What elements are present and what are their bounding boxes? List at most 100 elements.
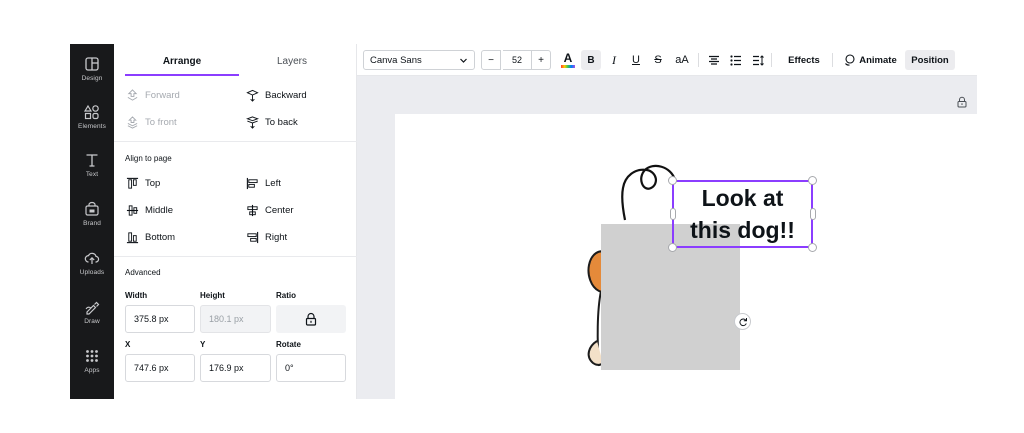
text-toolbar: Canva Sans − 52 + A B I U S aA Effects A… bbox=[357, 44, 977, 76]
backward-label: Backward bbox=[265, 89, 307, 101]
underline-button[interactable]: U bbox=[627, 50, 645, 70]
font-family-select[interactable]: Canva Sans bbox=[363, 50, 475, 70]
text-line-1: Look at bbox=[701, 185, 784, 211]
resize-handle-bottom-right[interactable] bbox=[808, 243, 817, 252]
font-size-decrease[interactable]: − bbox=[481, 50, 501, 70]
bullet-list-icon bbox=[730, 54, 741, 66]
divider bbox=[114, 256, 357, 257]
page-lock-icon[interactable] bbox=[956, 96, 968, 108]
height-field[interactable]: 180.1 px bbox=[200, 305, 271, 333]
design-page[interactable]: Look at this dog!! bbox=[395, 114, 977, 399]
width-label: Width bbox=[125, 291, 148, 300]
backward-icon bbox=[245, 88, 259, 102]
draw-icon bbox=[85, 301, 100, 315]
strikethrough-button[interactable]: S bbox=[649, 50, 667, 70]
lock-icon bbox=[305, 312, 317, 326]
apps-icon bbox=[86, 350, 98, 362]
height-label: Height bbox=[200, 291, 225, 300]
elements-icon bbox=[84, 104, 99, 120]
rail-item-elements[interactable]: Elements bbox=[70, 100, 114, 140]
y-field[interactable]: 176.9 px bbox=[200, 354, 271, 382]
spacing-button[interactable] bbox=[749, 50, 767, 70]
divider bbox=[114, 141, 357, 142]
toolbar-separator bbox=[698, 53, 699, 67]
text-icon bbox=[86, 154, 98, 167]
design-icon bbox=[85, 57, 99, 71]
rotate-label: Rotate bbox=[276, 340, 301, 349]
rail-label: Text bbox=[85, 171, 99, 178]
rotate-field[interactable]: 0° bbox=[276, 354, 346, 382]
selected-text-box[interactable]: Look at this dog!! bbox=[672, 180, 813, 248]
ratio-lock-button[interactable] bbox=[276, 305, 346, 333]
resize-handle-top-right[interactable] bbox=[808, 176, 817, 185]
rail-item-apps[interactable]: Apps bbox=[70, 344, 114, 384]
chevron-down-icon bbox=[460, 58, 467, 63]
arrange-panel: Arrange Layers Forward Backward To front… bbox=[114, 44, 357, 399]
side-rail: Design Elements Text Brand Uploads Draw … bbox=[70, 44, 114, 399]
align-middle-button[interactable]: Middle bbox=[125, 202, 173, 218]
brand-icon bbox=[85, 201, 99, 216]
align-center-label: Center bbox=[265, 204, 294, 216]
canvas-workspace: Look at this dog!! bbox=[357, 76, 977, 399]
text-line-2: this dog!! bbox=[690, 217, 795, 243]
align-bottom-button[interactable]: Bottom bbox=[125, 229, 175, 245]
bold-button[interactable]: B bbox=[581, 50, 601, 70]
toolbar-separator bbox=[832, 53, 833, 67]
align-left-button[interactable]: Left bbox=[245, 175, 281, 191]
text-align-button[interactable] bbox=[705, 50, 723, 70]
rotate-handle[interactable] bbox=[734, 313, 751, 330]
align-middle-label: Middle bbox=[145, 204, 173, 216]
align-middle-icon bbox=[125, 203, 139, 217]
rail-item-uploads[interactable]: Uploads bbox=[70, 246, 114, 286]
font-family-value: Canva Sans bbox=[370, 54, 422, 66]
uploads-icon bbox=[84, 252, 100, 264]
align-top-icon bbox=[125, 176, 139, 190]
rail-label: Uploads bbox=[79, 269, 105, 276]
rail-item-text[interactable]: Text bbox=[70, 148, 114, 188]
animate-icon bbox=[845, 54, 855, 66]
list-button[interactable] bbox=[727, 50, 745, 70]
rail-label: Apps bbox=[84, 367, 100, 374]
align-right-button[interactable]: Right bbox=[245, 229, 287, 245]
to-front-label: To front bbox=[145, 116, 177, 128]
text-color-button[interactable]: A bbox=[557, 50, 579, 70]
to-back-button[interactable]: To back bbox=[245, 114, 298, 130]
rail-item-draw[interactable]: Draw bbox=[70, 295, 114, 335]
italic-button[interactable]: I bbox=[605, 50, 623, 70]
align-center-icon bbox=[245, 203, 259, 217]
animate-label: Animate bbox=[859, 54, 897, 66]
forward-label: Forward bbox=[145, 89, 180, 101]
rail-label: Design bbox=[81, 75, 103, 82]
tab-layers[interactable]: Layers bbox=[235, 56, 349, 67]
resize-handle-bottom-left[interactable] bbox=[668, 243, 677, 252]
to-front-button[interactable]: To front bbox=[125, 114, 177, 130]
width-field[interactable]: 375.8 px bbox=[125, 305, 195, 333]
resize-handle-left[interactable] bbox=[670, 208, 676, 220]
rail-label: Draw bbox=[84, 318, 100, 325]
x-field[interactable]: 747.6 px bbox=[125, 354, 195, 382]
tab-arrange[interactable]: Arrange bbox=[125, 56, 239, 67]
to-back-icon bbox=[245, 115, 259, 129]
align-top-button[interactable]: Top bbox=[125, 175, 160, 191]
rail-label: Brand bbox=[83, 220, 101, 227]
to-back-label: To back bbox=[265, 116, 298, 128]
backward-button[interactable]: Backward bbox=[245, 87, 307, 103]
font-size-increase[interactable]: + bbox=[531, 50, 551, 70]
editor-window: Design Elements Text Brand Uploads Draw … bbox=[70, 44, 977, 399]
animate-button[interactable]: Animate bbox=[838, 50, 902, 70]
resize-handle-right[interactable] bbox=[810, 208, 816, 220]
font-size-input[interactable]: 52 bbox=[503, 50, 531, 70]
forward-button[interactable]: Forward bbox=[125, 87, 180, 103]
resize-handle-top-left[interactable] bbox=[668, 176, 677, 185]
to-front-icon bbox=[125, 115, 139, 129]
rail-item-brand[interactable]: Brand bbox=[70, 197, 114, 237]
rail-item-design[interactable]: Design bbox=[70, 52, 114, 92]
letter-case-button[interactable]: aA bbox=[671, 50, 693, 70]
text-color-glyph: A bbox=[563, 51, 573, 65]
align-bottom-label: Bottom bbox=[145, 231, 176, 243]
align-center-button[interactable]: Center bbox=[245, 202, 294, 218]
position-button[interactable]: Position bbox=[905, 50, 955, 70]
align-right-label: Right bbox=[265, 231, 288, 243]
text-color-bar bbox=[561, 65, 575, 68]
effects-button[interactable]: Effects bbox=[781, 50, 827, 70]
